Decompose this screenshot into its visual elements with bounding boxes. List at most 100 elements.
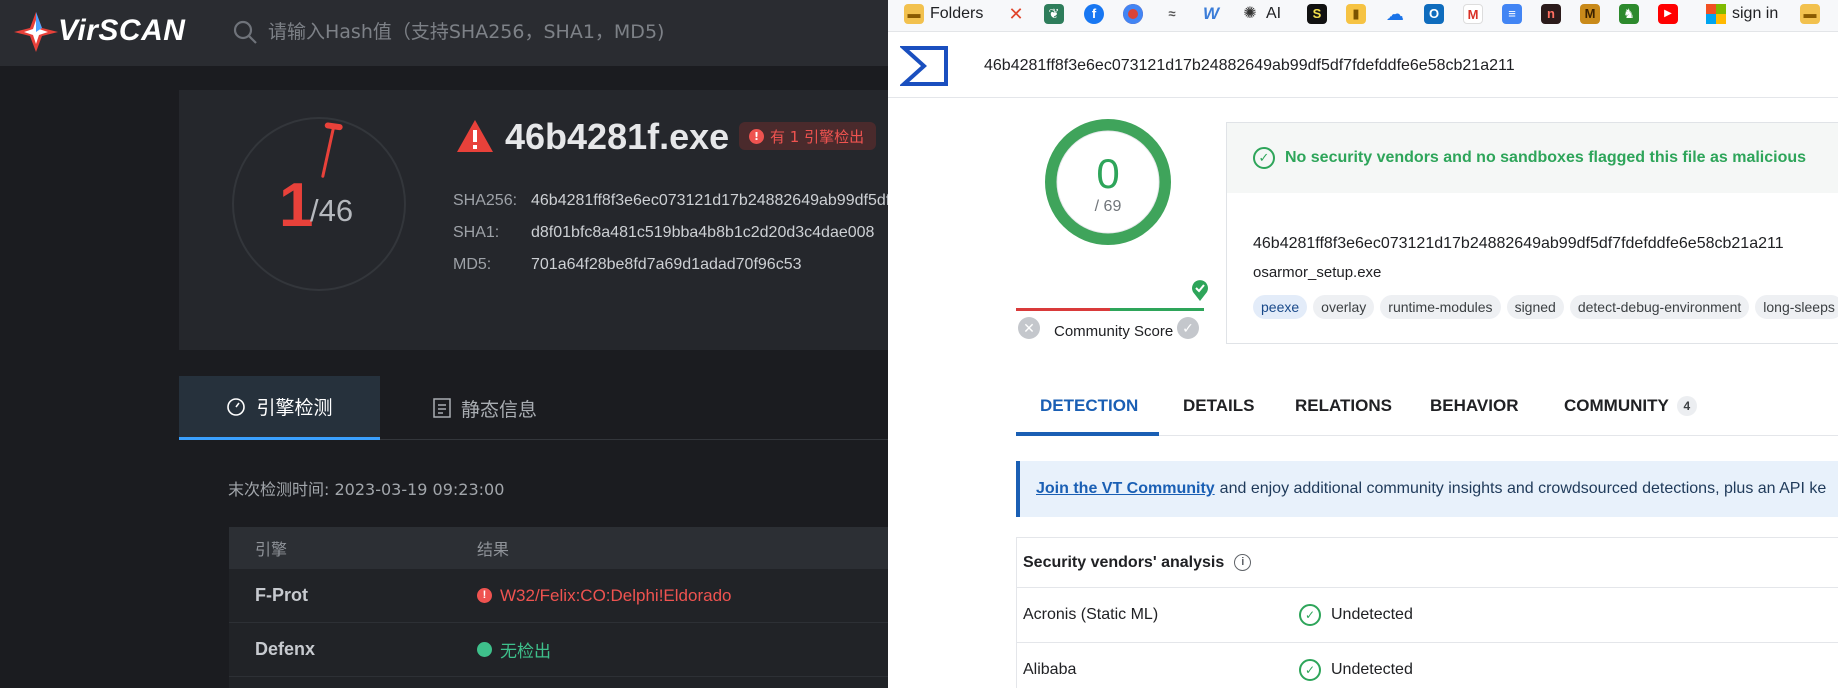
engine-results-table: 引擎 结果 F-Prot ! W32/Felix:CO:Delphi!Eldor… — [229, 527, 888, 688]
detection-badge: ! 有 1 引擎检出 — [739, 122, 877, 150]
gmail-icon: M — [1463, 4, 1483, 24]
vendor-name: Alibaba — [1023, 661, 1077, 678]
md5-label: MD5: — [453, 256, 492, 273]
vendor-verdict: ✓ Undetected — [1299, 659, 1413, 681]
bookmark-leaf[interactable]: ❦ — [1044, 2, 1064, 26]
bookmark-x[interactable]: ✕ — [1006, 2, 1026, 26]
engine-total: /46 — [310, 193, 354, 228]
bookmark-n[interactable]: n — [1541, 2, 1561, 26]
w-icon: W — [1202, 4, 1220, 23]
bookmark-facebook[interactable]: f — [1084, 2, 1104, 26]
bookmarks-bar: ▬ Folders ✕ ❦ f ≈ W ✺ AI S ▮ ☁ O M ≡ n M… — [888, 0, 1838, 32]
last-scan-time: 末次检测时间: 2023-03-19 09:23:00 — [228, 480, 505, 499]
sha256-label: SHA256: — [453, 192, 518, 209]
bookmark-w[interactable]: W — [1201, 2, 1221, 26]
facebook-icon: f — [1084, 4, 1104, 24]
tag-long-sleeps[interactable]: long-sleeps — [1755, 295, 1838, 319]
bookmark-chrome[interactable] — [1123, 2, 1143, 26]
tag-overlay[interactable]: overlay — [1313, 295, 1375, 319]
vendor-total: / 69 — [1094, 198, 1122, 215]
engine-name: Defenx — [255, 639, 316, 659]
sha256-value: 46b4281ff8f3e6ec073121d17b24882649ab99df… — [531, 192, 888, 209]
meter-negative — [1016, 308, 1110, 311]
tag-signed[interactable]: signed — [1506, 295, 1564, 319]
virscan-logo-icon[interactable] — [14, 10, 58, 54]
bookmark-label: Folders — [930, 5, 984, 22]
m-icon: M — [1580, 4, 1600, 24]
virscan-brand[interactable]: VirSCAN — [58, 14, 185, 48]
tab-community[interactable]: COMMUNITY 4 — [1564, 396, 1697, 416]
tab-static-info[interactable]: 静态信息 — [433, 376, 537, 440]
check-circle-icon: ✓ — [1299, 604, 1321, 626]
table-row: Alibaba ✓ Undetected A — [1017, 643, 1838, 688]
bookmark-docs[interactable]: ≡ — [1502, 2, 1522, 26]
bookmark-onedrive[interactable]: ☁ — [1385, 2, 1405, 26]
column-header-engine: 引擎 — [255, 540, 288, 559]
outlook-icon: O — [1424, 4, 1444, 24]
x-icon: ✕ — [1008, 4, 1024, 24]
community-banner: Join the VT Community and enjoy addition… — [1016, 461, 1838, 517]
tab-detection[interactable]: DETECTION — [1040, 396, 1138, 416]
bookmark-youtube[interactable]: ▶ — [1658, 2, 1678, 26]
bookmark-ai[interactable]: ✺ AI — [1240, 2, 1281, 26]
file-name: osarmor_setup.exe — [1253, 264, 1382, 281]
tag-runtime-modules[interactable]: runtime-modules — [1380, 295, 1501, 319]
tab-behavior[interactable]: BEHAVIOR — [1430, 396, 1518, 416]
verdict-text: Undetected — [1331, 606, 1413, 623]
verdict-text: Undetected — [1331, 661, 1413, 678]
engine-name: F-Prot — [255, 585, 308, 605]
table-row — [229, 677, 888, 688]
microsoft-icon — [1706, 4, 1726, 24]
active-tab-indicator — [1016, 432, 1159, 436]
bookmark-folders[interactable]: ▬ Folders — [904, 2, 983, 26]
bookmark-sign-in[interactable]: sign in — [1706, 2, 1778, 26]
bookmark-gmail[interactable]: M — [1463, 2, 1483, 26]
table-row[interactable]: Defenx 无检出 — [229, 623, 888, 677]
tag-peexe[interactable]: peexe — [1253, 295, 1308, 319]
check-circle-icon: ✓ — [1253, 147, 1275, 169]
tab-engine-label: 引擎检测 — [256, 397, 333, 419]
virustotal-logo-icon[interactable] — [900, 44, 950, 88]
virustotal-app: ▬ Folders ✕ ❦ f ≈ W ✺ AI S ▮ ☁ O M ≡ n M… — [888, 0, 1838, 688]
tab-details[interactable]: DETAILS — [1183, 396, 1254, 416]
md5-value: 701a64f28be8fd7a69d1adad70f96c53 — [531, 256, 802, 273]
tab-community-label: COMMUNITY — [1564, 396, 1669, 415]
chrome-icon — [1123, 4, 1143, 24]
bookmark-outlook[interactable]: O — [1424, 2, 1444, 26]
vt-search-input[interactable] — [984, 53, 1824, 79]
tab-engine-detection[interactable]: 引擎检测 — [179, 376, 380, 440]
tab-relations[interactable]: RELATIONS — [1295, 396, 1392, 416]
youtube-icon: ▶ — [1658, 4, 1678, 24]
engine-result-text: W32/Felix:CO:Delphi!Eldorado — [500, 585, 732, 605]
docs-icon: ≡ — [1502, 4, 1522, 24]
info-icon[interactable]: i — [1234, 554, 1252, 571]
community-score-label: Community Score — [1054, 323, 1174, 340]
bookmark-wave[interactable]: ≈ — [1162, 2, 1182, 26]
folder-icon: ▬ — [1800, 4, 1820, 24]
gauge-needle-icon — [321, 122, 343, 178]
bookmark-m[interactable]: M — [1580, 2, 1600, 26]
vote-malicious-icon[interactable]: ✕ — [1018, 317, 1040, 339]
file-hash[interactable]: 46b4281ff8f3e6ec073121d17b24882649ab99df… — [1253, 235, 1784, 253]
table-row[interactable]: F-Prot ! W32/Felix:CO:Delphi!Eldorado — [229, 569, 888, 623]
bookmark-dragon[interactable]: ♞ — [1619, 2, 1639, 26]
detection-badge-text: 有 1 引擎检出 — [770, 127, 865, 146]
bookmark-yellow[interactable]: ▮ — [1346, 2, 1366, 26]
engine-result: 无检出 — [477, 637, 551, 662]
engine-result: ! W32/Felix:CO:Delphi!Eldorado — [477, 586, 731, 606]
tag-detect-debug-environment[interactable]: detect-debug-environment — [1569, 295, 1750, 319]
sha1-value: d8f01bfc8a481c519bba4b8b1c2d20d3c4dae008 — [531, 224, 875, 241]
alert-icon: ! — [749, 128, 764, 144]
vendors-analysis-table: Security vendors' analysis i Acronis (St… — [1016, 537, 1838, 688]
bookmark-folder[interactable]: ▬ — [1800, 2, 1820, 26]
bookmark-s[interactable]: S — [1307, 2, 1327, 26]
hash-search-input[interactable] — [268, 18, 808, 46]
detection-count: 0 — [1096, 150, 1120, 197]
clean-verdict-text: No security vendors and no sandboxes fla… — [1285, 149, 1807, 166]
search-icon[interactable] — [232, 19, 258, 45]
vote-harmless-icon[interactable]: ✓ — [1177, 317, 1199, 339]
bookmark-label: AI — [1266, 5, 1282, 22]
join-community-link[interactable]: Join the VT Community — [1036, 480, 1215, 498]
score-pin-icon — [1192, 280, 1208, 301]
engine-result-text: 无检出 — [500, 642, 551, 662]
